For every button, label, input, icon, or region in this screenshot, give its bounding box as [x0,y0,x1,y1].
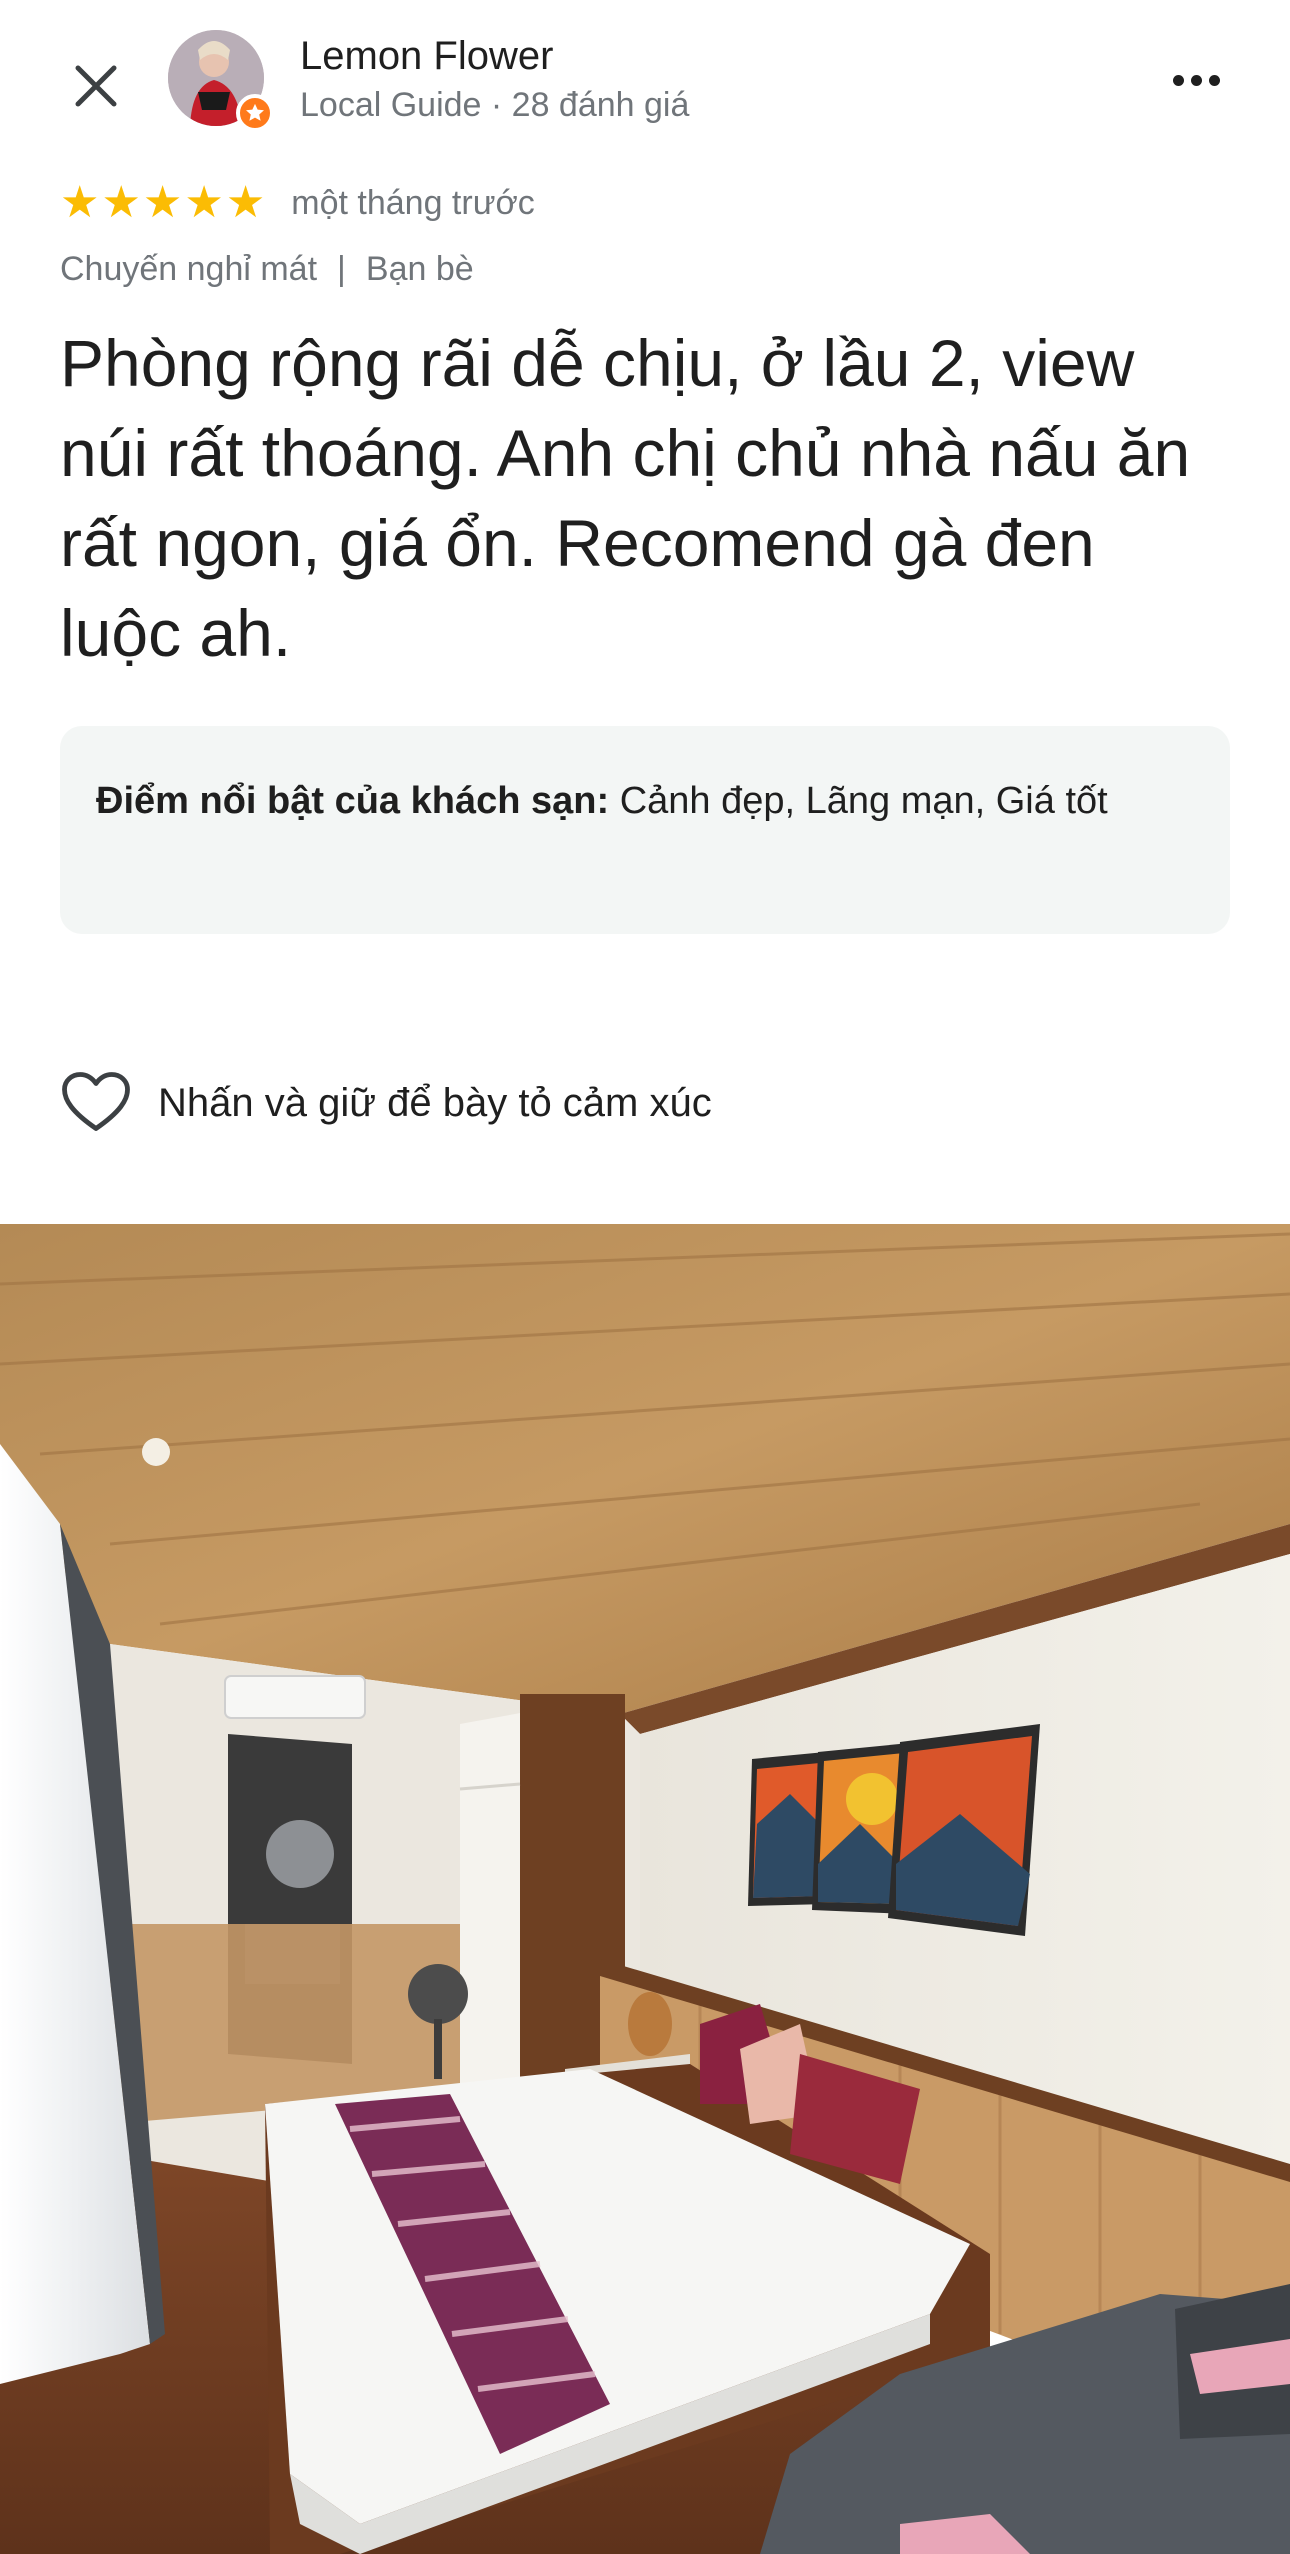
trip-type: Chuyến nghỉ mát [60,250,318,288]
mountain-paintings [748,1724,1040,1936]
trip-info: Chuyến nghỉ mát | Bạn bè [60,250,474,289]
highlights-label: Điểm nổi bật của khách sạn: [96,780,610,822]
star-icon: ★ [184,178,224,227]
rating-row: ★ ★ ★ ★ ★ một tháng trước [60,178,535,228]
more-options-icon [1172,74,1184,86]
reaction-button[interactable]: Nhấn và giữ để bày tỏ cảm xúc [60,1068,712,1138]
author-meta: Local Guide · 28 đánh giá [300,86,690,124]
close-button[interactable] [60,50,132,122]
star-rating: ★ ★ ★ ★ ★ [60,181,265,225]
local-guide-badge-icon [236,94,274,132]
review-header: Lemon Flower Local Guide · 28 đánh giá [0,0,1290,150]
trip-companions: Bạn bè [365,250,474,288]
hotel-highlights: Điểm nổi bật của khách sạn: Cảnh đẹp, Lã… [60,726,1230,934]
star-icon: ★ [101,178,141,227]
author-avatar[interactable] [168,30,274,132]
review-time: một tháng trước [291,183,535,222]
review-text: Phòng rộng rãi dễ chịu, ở lầu 2, view nú… [60,326,1191,670]
bedroom-photo-image [0,1224,1290,2554]
close-icon [75,65,117,107]
author-name[interactable]: Lemon Flower [300,34,553,79]
review-photo[interactable] [0,1224,1290,2554]
star-icon: ★ [142,178,183,227]
more-options-button[interactable] [1160,50,1232,110]
more-options-dot [1208,74,1220,86]
heart-icon [62,1072,130,1131]
trip-separator: | [337,250,346,288]
star-icon: ★ [225,178,266,227]
highlights-value: Cảnh đẹp, Lãng mạn, Giá tốt [609,780,1108,822]
reaction-hint: Nhấn và giữ để bày tỏ cảm xúc [158,1080,712,1125]
more-options-dot [1190,74,1202,86]
star-icon: ★ [60,178,100,227]
